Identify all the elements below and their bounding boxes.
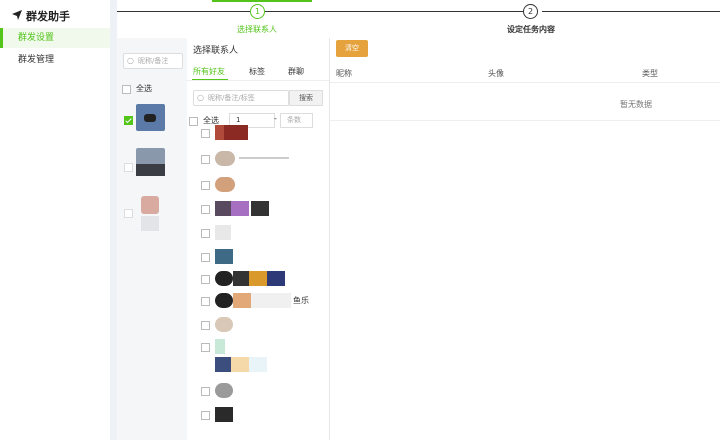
search-icon: ○ <box>127 56 134 65</box>
contact-name: 鱼乐 <box>293 296 309 305</box>
contact-name <box>239 157 289 159</box>
contact-row[interactable] <box>187 198 329 220</box>
contact-avatar <box>233 293 251 308</box>
groups-select-all-label: 全选 <box>136 84 152 93</box>
contacts-title: 选择联系人 <box>193 46 239 56</box>
contact-avatar <box>251 293 291 308</box>
contact-avatar <box>215 271 233 286</box>
contact-avatar <box>267 271 285 286</box>
group-search-input[interactable]: ○ 昵称/备注 <box>123 53 183 69</box>
group-avatar <box>141 196 159 214</box>
contact-avatar <box>249 357 267 372</box>
contact-avatar <box>215 293 233 308</box>
contact-row[interactable] <box>187 314 329 336</box>
contact-avatar <box>249 271 267 286</box>
table-header-divider <box>330 82 720 83</box>
contact-checkbox[interactable] <box>201 205 210 214</box>
clear-button[interactable]: 清空 <box>336 40 368 57</box>
contact-row[interactable] <box>187 380 329 402</box>
contact-checkbox[interactable] <box>201 275 210 284</box>
contact-avatar <box>215 317 233 332</box>
contact-checkbox[interactable] <box>201 297 210 306</box>
group-checkbox[interactable] <box>124 163 133 172</box>
contact-avatar <box>215 225 231 240</box>
left-nav: 群发助手 群发设置 群发管理 <box>0 0 111 440</box>
groups-column: ○ 昵称/备注 全选 <box>117 38 187 440</box>
tab-tags[interactable]: 标签 <box>249 66 265 77</box>
nav-item-management[interactable]: 群发管理 <box>0 50 110 70</box>
contact-avatar <box>215 249 233 264</box>
contact-avatar <box>233 271 249 286</box>
contact-row[interactable] <box>187 246 329 268</box>
step-connector <box>117 11 250 12</box>
contact-avatar <box>224 125 248 140</box>
column-header-avatar: 头像 <box>488 69 504 78</box>
column-header-nickname: 昵称 <box>336 69 352 78</box>
selected-contacts-panel: 清空 昵称 头像 类型 暂无数据 <box>330 38 720 440</box>
contact-avatar <box>215 201 231 216</box>
gutter <box>110 0 117 440</box>
contact-checkbox[interactable] <box>201 155 210 164</box>
contact-checkbox[interactable] <box>201 229 210 238</box>
active-step-indicator <box>212 0 312 2</box>
contact-row[interactable] <box>187 404 329 426</box>
steps-bar: 1 选择联系人 2 设定任务内容 <box>117 0 720 36</box>
contact-avatar <box>215 383 233 398</box>
step-1-label: 选择联系人 <box>237 25 277 34</box>
contact-search-placeholder: 昵称/备注/标签 <box>208 94 255 102</box>
contact-checkbox[interactable] <box>201 253 210 262</box>
contact-avatar <box>215 339 225 354</box>
step-2-label: 设定任务内容 <box>507 25 555 34</box>
contact-avatar <box>231 201 249 216</box>
step-connector <box>265 11 527 12</box>
contact-avatar <box>215 357 231 372</box>
table-divider <box>330 120 720 121</box>
contact-row[interactable] <box>187 268 329 290</box>
contact-search-input[interactable]: ○ 昵称/备注/标签 <box>193 90 289 106</box>
contact-avatar <box>215 125 224 140</box>
contact-row[interactable] <box>187 148 329 170</box>
group-search-placeholder: 昵称/备注 <box>138 57 169 65</box>
contact-checkbox[interactable] <box>201 181 210 190</box>
step-1-circle[interactable]: 1 <box>250 4 265 19</box>
group-avatar <box>136 104 165 131</box>
group-avatar-blur <box>141 216 159 231</box>
groups-select-all-checkbox[interactable] <box>122 85 131 94</box>
contact-row[interactable] <box>187 174 329 196</box>
step-2-circle[interactable]: 2 <box>523 4 538 19</box>
group-checkbox[interactable] <box>124 116 133 125</box>
contact-checkbox[interactable] <box>201 321 210 330</box>
tab-group-chats[interactable]: 群聊 <box>288 66 304 77</box>
app-title-text: 群发助手 <box>26 10 70 23</box>
contact-avatar <box>231 357 249 372</box>
contact-checkbox[interactable] <box>201 411 210 420</box>
contact-checkbox[interactable] <box>201 129 210 138</box>
step-connector <box>542 11 720 12</box>
app-title: 群发助手 <box>12 8 70 24</box>
contact-avatar <box>251 201 269 216</box>
contact-checkbox[interactable] <box>201 343 210 352</box>
paper-plane-icon <box>12 9 22 23</box>
nav-item-settings[interactable]: 群发设置 <box>0 28 110 48</box>
contact-avatar <box>215 177 235 192</box>
contact-avatar <box>215 151 235 166</box>
search-icon: ○ <box>197 93 204 102</box>
group-avatar <box>136 148 165 176</box>
column-header-type: 类型 <box>642 69 658 78</box>
contact-checkbox[interactable] <box>201 387 210 396</box>
contact-row[interactable] <box>187 222 329 244</box>
contact-row[interactable] <box>187 122 329 144</box>
contact-row[interactable] <box>187 354 329 376</box>
tabs-divider <box>187 80 329 81</box>
contact-row[interactable]: 鱼乐 <box>187 290 329 312</box>
tab-all-friends[interactable]: 所有好友 <box>193 66 225 77</box>
group-checkbox[interactable] <box>124 209 133 218</box>
contacts-column: 选择联系人 所有好友 标签 群聊 ○ 昵称/备注/标签 搜索 全选 1 - 条数 <box>187 38 330 440</box>
search-button[interactable]: 搜索 <box>289 90 323 106</box>
empty-state: 暂无数据 <box>620 100 652 109</box>
contact-avatar <box>215 407 233 422</box>
